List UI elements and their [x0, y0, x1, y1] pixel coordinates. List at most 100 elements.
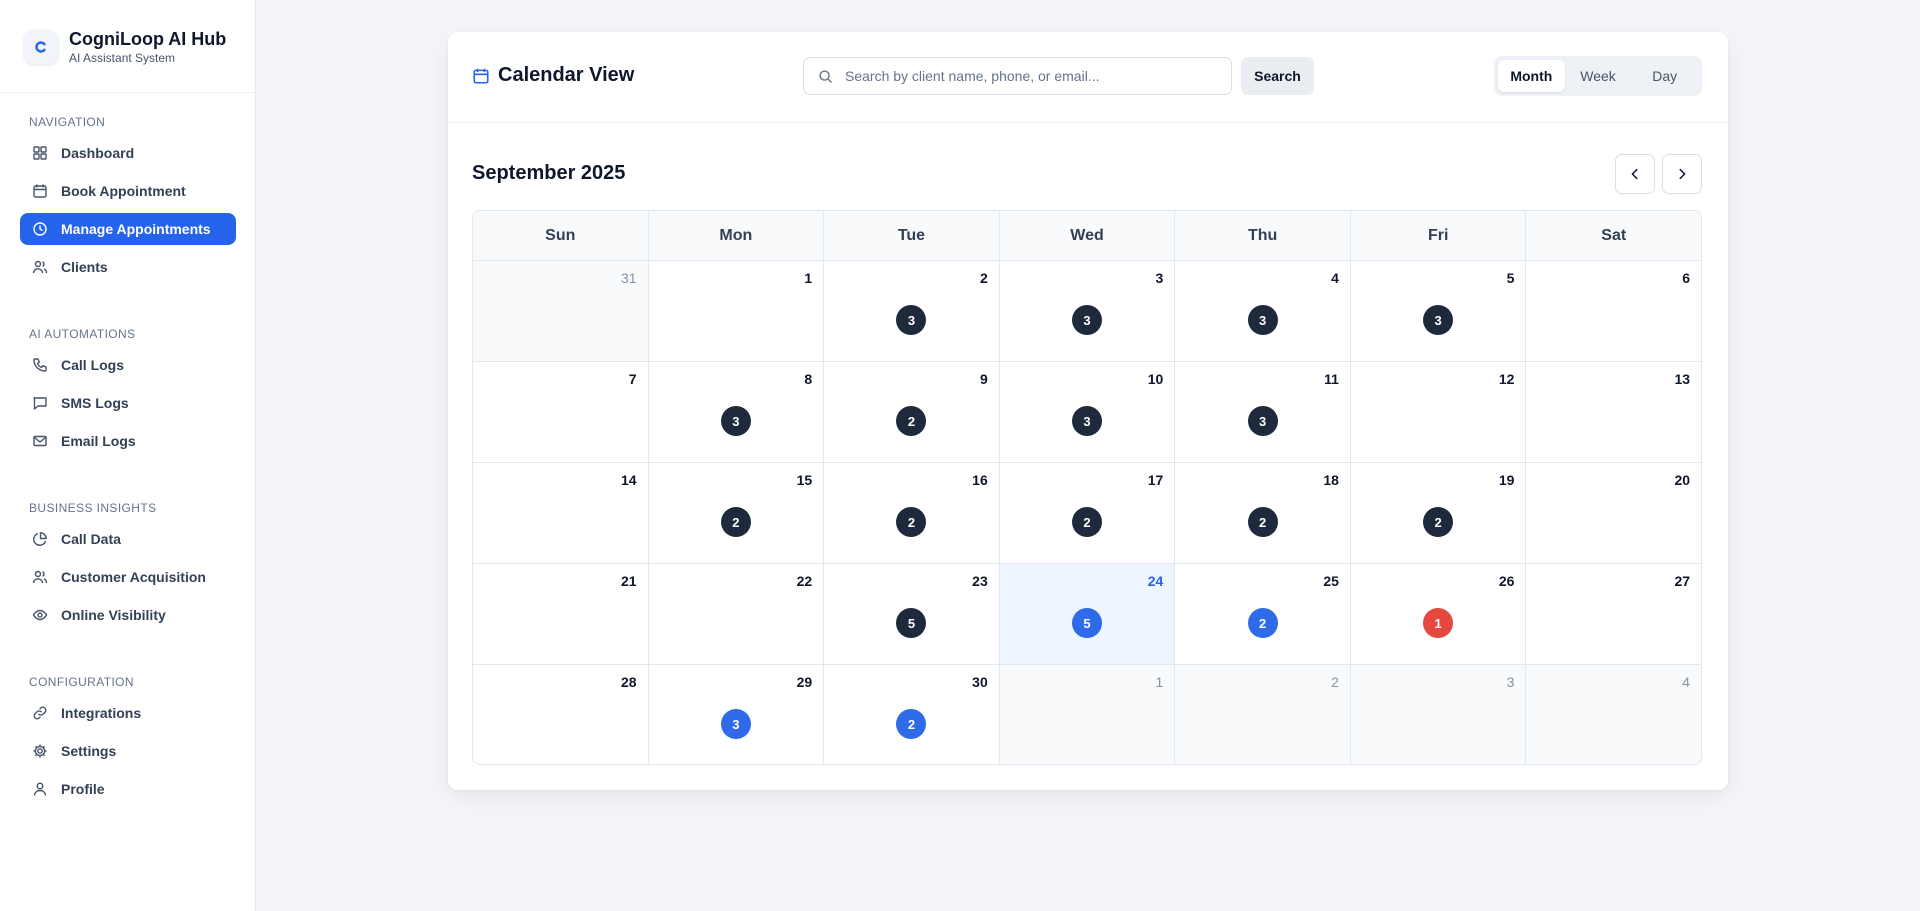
appointment-count-badge[interactable]: 3 [1247, 305, 1278, 335]
day-number: 9 [979, 371, 988, 387]
day-number: 24 [1147, 573, 1164, 589]
calendar-day-cell[interactable]: 21 [473, 564, 649, 665]
view-month-button[interactable]: Month [1498, 60, 1565, 92]
appointment-count-badge[interactable]: 3 [1247, 406, 1278, 436]
calendar-day-cell[interactable]: 23 5 [824, 564, 1000, 665]
calendar-day-cell[interactable]: 14 [473, 463, 649, 564]
calendar-day-cell[interactable]: 19 2 [1350, 463, 1527, 564]
appointment-count-badge[interactable]: 3 [720, 406, 751, 436]
calendar-day-cell[interactable]: 26 1 [1350, 564, 1527, 665]
appointment-count-badge[interactable]: 5 [896, 608, 927, 638]
calendar-day-cell[interactable]: 23 [824, 261, 1000, 362]
appointment-count-badge[interactable]: 2 [896, 709, 927, 739]
sidebar-item-sms-logs[interactable]: SMS Logs [20, 387, 236, 419]
appointment-count-badge[interactable]: 3 [896, 305, 927, 335]
calendar-day-cell[interactable]: 31 [473, 261, 649, 362]
sidebar-item-email-logs[interactable]: Email Logs [20, 425, 236, 457]
next-month-button[interactable] [1662, 154, 1702, 194]
sidebar-item-label: Settings [61, 743, 117, 759]
day-number: 1 [804, 270, 813, 286]
calendar-day-cell[interactable]: 30 2 [824, 665, 1000, 764]
weekday-header: Sat [1601, 226, 1627, 244]
calendar-day-cell[interactable]: 10 3 [999, 362, 1176, 463]
search-field[interactable] [803, 57, 1232, 95]
appointment-count-badge[interactable]: 2 [1423, 507, 1454, 537]
calendar-day-cell[interactable]: 43 [1175, 261, 1351, 362]
calendar-day-cell[interactable]: 29 3 [648, 665, 825, 764]
day-number: 1 [1155, 674, 1164, 690]
calendar-day-cell[interactable]: 33 [999, 261, 1176, 362]
eye-icon [32, 607, 48, 623]
day-number: 21 [621, 573, 637, 589]
calendar-day-cell[interactable]: 27 [1526, 564, 1701, 665]
sidebar-item-manage-appointments[interactable]: Manage Appointments [20, 213, 236, 245]
message-icon [32, 395, 48, 411]
sidebar-item-call-data[interactable]: Call Data [20, 523, 236, 555]
calendar-day-cell[interactable]: 53 [1350, 261, 1527, 362]
appointment-count-badge[interactable]: 5 [1072, 608, 1103, 638]
view-toggle: Month Week Day [1494, 56, 1702, 96]
calendar-day-cell[interactable]: 83 [648, 362, 825, 463]
calendar-day-cell[interactable]: 12 [1350, 362, 1527, 463]
sidebar-item-dashboard[interactable]: Dashboard [20, 137, 236, 169]
calendar-day-cell[interactable]: 25 2 [1175, 564, 1351, 665]
sidebar-item-label: Profile [61, 781, 105, 797]
search-input[interactable] [843, 67, 1207, 85]
appointment-count-badge[interactable]: 1 [1423, 608, 1454, 638]
brand-divider [0, 92, 255, 93]
calendar-day-cell[interactable]: 7 [473, 362, 649, 463]
phone-icon [32, 357, 48, 373]
calendar-day-cell[interactable]: 20 [1526, 463, 1701, 564]
calendar-day-cell[interactable]: 1 [999, 665, 1176, 764]
month-label: September 2025 [472, 162, 626, 184]
sidebar-item-label: SMS Logs [61, 395, 129, 411]
calendar-title-text: Calendar View [498, 64, 635, 86]
sidebar-item-profile[interactable]: Profile [20, 773, 236, 805]
appointment-count-badge[interactable]: 3 [720, 709, 751, 739]
appointment-count-badge[interactable]: 2 [1247, 608, 1278, 638]
calendar-day-cell[interactable]: 2 [1175, 665, 1351, 764]
calendar-day-cell[interactable]: 16 2 [824, 463, 1000, 564]
calendar-day-cell[interactable]: 1 [648, 261, 825, 362]
appointment-count-badge[interactable]: 2 [896, 406, 927, 436]
appointment-count-badge[interactable]: 3 [1072, 406, 1103, 436]
nav-section-ai-automations: AI AUTOMATIONS Call Logs SMS Logs Email … [20, 325, 236, 457]
day-number: 10 [1147, 371, 1164, 387]
calendar-day-cell[interactable]: 15 2 [648, 463, 825, 564]
appointment-count-badge[interactable]: 2 [720, 507, 751, 537]
calendar-day-cell[interactable]: 3 [1350, 665, 1527, 764]
appointment-count-badge[interactable]: 2 [1072, 507, 1103, 537]
sidebar-item-online-visibility[interactable]: Online Visibility [20, 599, 236, 631]
weekday-header: Tue [824, 211, 1000, 260]
day-number: 31 [621, 270, 637, 286]
brand-name: CogniLoop AI Hub [69, 29, 227, 49]
calendar-day-cell[interactable]: 18 2 [1175, 463, 1351, 564]
appointment-count-badge[interactable]: 3 [1072, 305, 1103, 335]
calendar-day-cell[interactable]: 92 [824, 362, 1000, 463]
calendar-day-cell[interactable]: 4 [1526, 665, 1701, 764]
view-week-button[interactable]: Week [1565, 60, 1632, 92]
calendar-day-cell[interactable]: 17 2 [999, 463, 1176, 564]
calendar-day-cell-today[interactable]: 24 5 [999, 564, 1176, 665]
sidebar-item-clients[interactable]: Clients [20, 251, 236, 283]
appointment-count-badge[interactable]: 2 [896, 507, 927, 537]
nav-section-title: AI AUTOMATIONS [29, 327, 136, 341]
day-number: 8 [804, 371, 813, 387]
calendar-day-cell[interactable]: 13 [1526, 362, 1701, 463]
sidebar-item-call-logs[interactable]: Call Logs [20, 349, 236, 381]
sidebar-item-integrations[interactable]: Integrations [20, 697, 236, 729]
appointment-count-badge[interactable]: 2 [1247, 507, 1278, 537]
appointment-count-badge[interactable]: 3 [1423, 305, 1454, 335]
calendar-day-cell[interactable]: 11 3 [1175, 362, 1351, 463]
sidebar-item-book-appointment[interactable]: Book Appointment [20, 175, 236, 207]
day-number: 18 [1323, 472, 1339, 488]
prev-month-button[interactable] [1615, 154, 1655, 194]
sidebar-item-customer-acquisition[interactable]: Customer Acquisition [20, 561, 236, 593]
sidebar-item-settings[interactable]: Settings [20, 735, 236, 767]
search-button[interactable]: Search [1241, 57, 1314, 95]
calendar-day-cell[interactable]: 28 [473, 665, 649, 764]
view-day-button[interactable]: Day [1631, 60, 1698, 92]
calendar-day-cell[interactable]: 22 [648, 564, 825, 665]
brand[interactable]: CogniLoop AI Hub AI Assistant System [24, 28, 226, 66]
calendar-day-cell[interactable]: 6 [1526, 261, 1701, 362]
